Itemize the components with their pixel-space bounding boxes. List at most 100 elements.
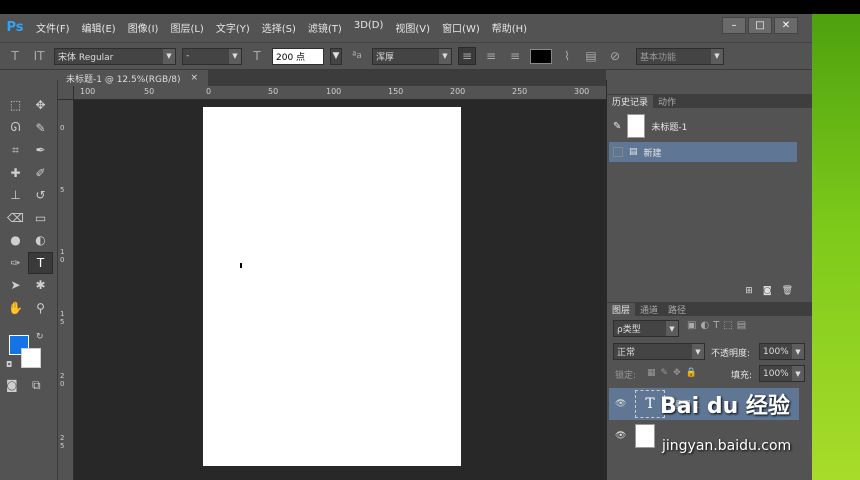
lock-pixels-icon[interactable]: ▦ <box>647 368 656 378</box>
screen-mode-icon[interactable]: ⧉ <box>32 378 41 393</box>
close-button[interactable]: ✕ <box>774 17 798 34</box>
opacity-value: 100% <box>763 346 789 357</box>
chevron-down-icon: ▼ <box>692 344 704 359</box>
tab-actions[interactable]: 动作 <box>653 95 681 108</box>
horizontal-ruler: 100 50 0 50 100 150 200 250 300 <box>74 86 606 100</box>
warp-text-icon[interactable]: ⌇ <box>558 47 576 65</box>
marquee-tool-icon[interactable]: ⬚ <box>3 94 28 117</box>
ruler-label: 100 <box>326 87 342 96</box>
gradient-tool-icon[interactable]: ▭ <box>28 207 53 230</box>
layer-filter-select[interactable]: ρ类型 ▼ <box>613 320 679 337</box>
align-left-icon[interactable]: ≡ <box>458 47 476 65</box>
lasso-tool-icon[interactable]: ᘏ <box>3 117 28 140</box>
tab-history[interactable]: 历史记录 <box>607 95 654 108</box>
smart-object-filter-icon[interactable]: ▤ <box>737 320 746 331</box>
main-menu: 文件(F) 编辑(E) 图像(I) 图层(L) 文字(Y) 选择(S) 滤镜(T… <box>30 20 533 35</box>
options-bar: T IT 宋体 Regular ▼ - ▼ T 200 点 ▼ ªa 浑厚 ▼ … <box>0 42 812 70</box>
maximize-button[interactable]: □ <box>748 17 772 34</box>
menu-3d[interactable]: 3D(D) <box>348 20 390 35</box>
blur-tool-icon[interactable]: ● <box>3 229 28 252</box>
menu-help[interactable]: 帮助(H) <box>486 20 533 35</box>
menu-type[interactable]: 文字(Y) <box>210 20 256 35</box>
healing-brush-tool-icon[interactable]: ✚ <box>3 162 28 185</box>
ruler-label: 10 <box>60 248 65 264</box>
chevron-down-icon: ▼ <box>711 48 723 64</box>
menu-edit[interactable]: 编辑(E) <box>76 20 122 35</box>
visibility-eye-icon[interactable]: 👁 <box>615 431 627 441</box>
type-filter-icon[interactable]: T <box>713 320 719 331</box>
camera-icon[interactable]: ◙ <box>763 286 772 298</box>
move-tool-icon[interactable]: ✥ <box>28 94 53 117</box>
stamp-tool-icon[interactable]: ⊥ <box>3 184 28 207</box>
new-document-icon[interactable]: ⊞ <box>745 286 753 298</box>
lock-all-icon[interactable]: 🔒 <box>686 368 697 378</box>
tab-paths[interactable]: 路径 <box>663 303 691 316</box>
type-tool-icon[interactable]: T <box>6 47 24 65</box>
cancel-icon[interactable]: ⊘ <box>606 47 624 65</box>
document-tab[interactable]: 未标题-1 @ 12.5%(RGB/8) × <box>58 70 208 86</box>
antialias-select[interactable]: 浑厚 ▼ <box>372 47 452 65</box>
menu-file[interactable]: 文件(F) <box>30 20 76 35</box>
menu-window[interactable]: 窗口(W) <box>436 20 486 35</box>
quick-select-tool-icon[interactable]: ✎ <box>28 117 53 140</box>
ruler-label: 300 <box>574 87 590 96</box>
pen-tool-icon[interactable]: ✑ <box>3 252 28 275</box>
menu-image[interactable]: 图像(I) <box>122 20 165 35</box>
toggle-orientation-icon[interactable]: IT <box>30 47 48 65</box>
menu-layer[interactable]: 图层(L) <box>164 20 209 35</box>
quick-mask-icon[interactable]: ◙ <box>6 378 18 392</box>
visibility-eye-icon[interactable]: 👁 <box>615 399 627 409</box>
fill-input[interactable]: 100% ▼ <box>759 365 805 382</box>
type-tool-icon[interactable]: T <box>28 251 53 274</box>
character-panel-icon[interactable]: ▤ <box>582 47 600 65</box>
history-item-label: 新建 <box>643 148 662 159</box>
minimize-button[interactable]: – <box>722 17 746 34</box>
align-right-icon[interactable]: ≡ <box>506 47 524 65</box>
background-layer-thumbnail <box>635 424 655 448</box>
history-brush-tool-icon[interactable]: ↺ <box>28 184 53 207</box>
history-snapshot[interactable]: ✎ 未标题-1 <box>609 112 797 140</box>
blend-mode-select[interactable]: 正常 ▼ <box>613 343 705 360</box>
document-canvas[interactable] <box>203 107 461 466</box>
align-center-icon[interactable]: ≡ <box>482 47 500 65</box>
font-family-select[interactable]: 宋体 Regular ▼ <box>54 47 176 65</box>
font-style-select[interactable]: - ▼ <box>182 47 242 65</box>
dodge-tool-icon[interactable]: ◐ <box>28 229 53 252</box>
lock-paint-icon[interactable]: ✎ <box>661 368 669 378</box>
menu-view[interactable]: 视图(V) <box>389 20 436 35</box>
close-tab-icon[interactable]: × <box>190 73 198 83</box>
lock-move-icon[interactable]: ✥ <box>673 368 681 378</box>
document-tab-bar: 未标题-1 @ 12.5%(RGB/8) × <box>58 70 606 86</box>
history-item[interactable]: ▤ 新建 <box>609 142 797 162</box>
chevron-down-icon: ▼ <box>163 48 175 64</box>
brush-tool-icon[interactable]: ✐ <box>28 162 53 185</box>
font-size-dropdown[interactable]: ▼ <box>330 47 342 65</box>
eyedropper-tool-icon[interactable]: ✒ <box>28 139 53 162</box>
background-color-swatch[interactable] <box>21 348 41 368</box>
tab-layers[interactable]: 图层 <box>607 303 636 316</box>
menu-select[interactable]: 选择(S) <box>256 20 302 35</box>
swap-colors-icon[interactable]: ↻ <box>36 332 44 342</box>
workspace-select[interactable]: 基本功能 ▼ <box>636 47 724 65</box>
adjustment-filter-icon[interactable]: ◐ <box>700 320 709 331</box>
zoom-tool-icon[interactable]: ⚲ <box>28 297 53 320</box>
trash-icon[interactable]: 🗑 <box>782 286 793 298</box>
path-select-tool-icon[interactable]: ➤ <box>3 274 28 297</box>
tab-channels[interactable]: 通道 <box>635 303 663 316</box>
shape-tool-icon[interactable]: ✱ <box>28 274 53 297</box>
crop-tool-icon[interactable]: ⌗ <box>3 139 28 162</box>
chevron-down-icon: ▼ <box>229 48 241 64</box>
menu-filter[interactable]: 滤镜(T) <box>302 20 348 35</box>
ruler-label: 100 <box>80 87 96 96</box>
hand-tool-icon[interactable]: ✋ <box>3 297 28 320</box>
snapshot-thumbnail <box>627 114 646 138</box>
chevron-down-icon: ▼ <box>792 366 804 381</box>
layers-panel-tabs: 图层 通道 路径 <box>607 302 813 316</box>
eraser-tool-icon[interactable]: ⌫ <box>3 207 28 230</box>
font-size-input[interactable]: 200 点 <box>272 47 324 65</box>
text-color-swatch[interactable] <box>530 48 552 64</box>
shape-filter-icon[interactable]: ⬚ <box>723 320 732 331</box>
default-colors-icon[interactable]: ◘ <box>6 360 12 369</box>
pixel-filter-icon[interactable]: ▣ <box>687 320 696 331</box>
opacity-input[interactable]: 100% ▼ <box>759 343 805 360</box>
